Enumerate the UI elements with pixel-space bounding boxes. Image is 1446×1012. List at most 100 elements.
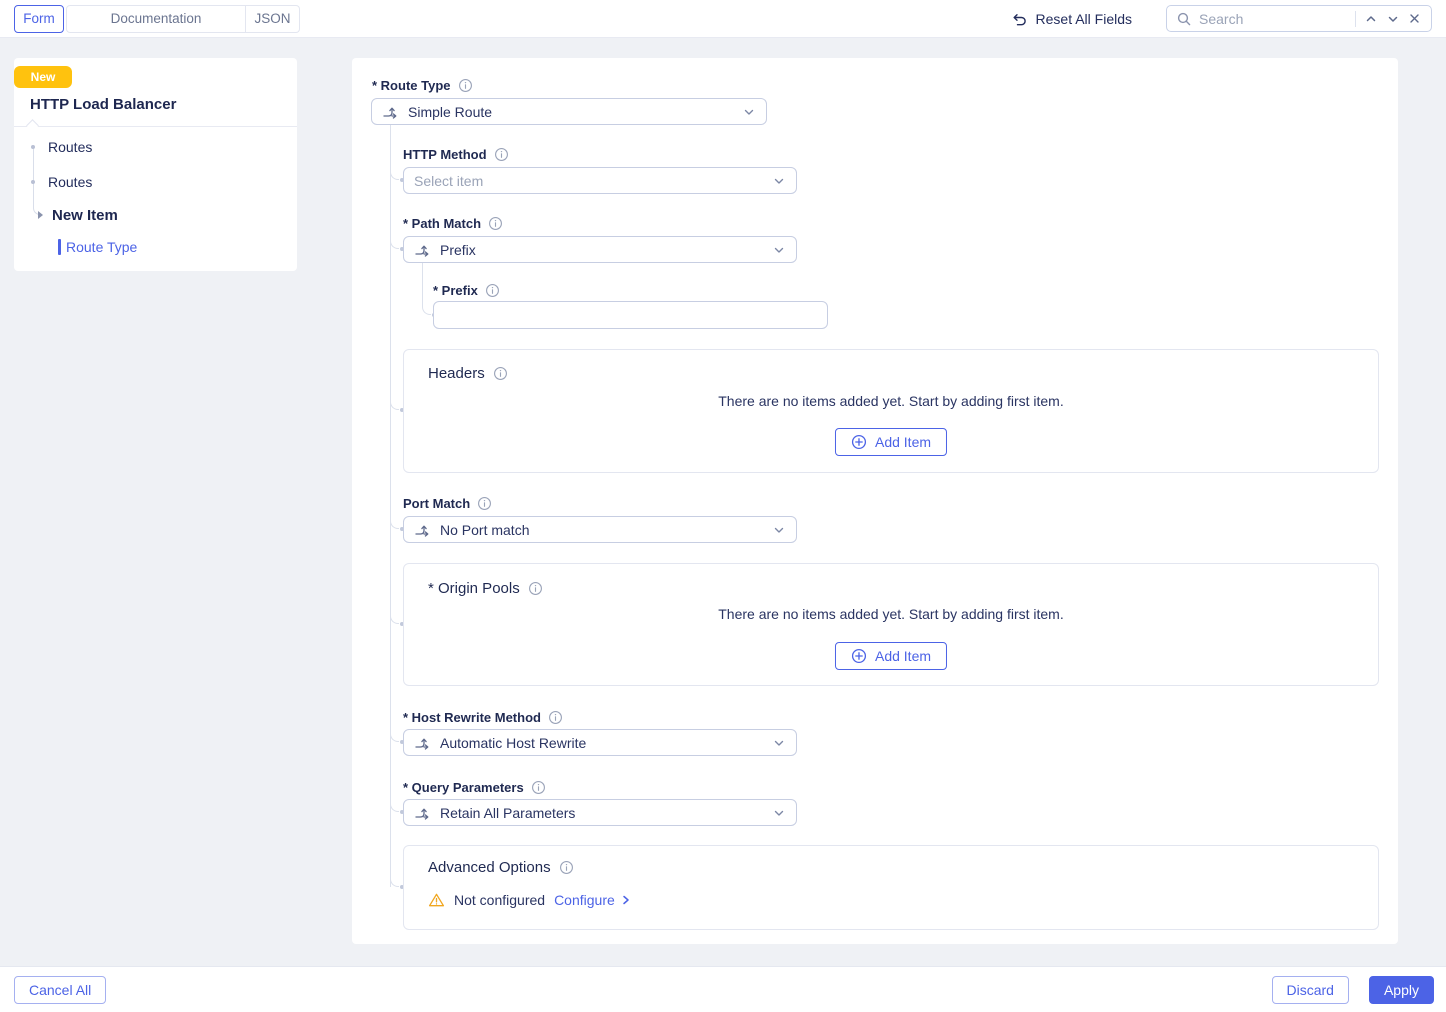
field-label: * Path Match	[403, 216, 481, 231]
field-label: * Prefix	[433, 283, 478, 298]
plus-circle-icon	[851, 648, 867, 664]
status-text: Not configured	[454, 892, 545, 908]
info-icon[interactable]	[493, 366, 508, 381]
tab-form[interactable]: Form	[14, 5, 64, 33]
chevron-down-icon	[772, 174, 786, 188]
plus-circle-icon	[851, 434, 867, 450]
add-item-label: Add Item	[875, 648, 931, 664]
info-icon[interactable]	[559, 860, 574, 875]
selected-value: No Port match	[440, 522, 529, 538]
info-icon[interactable]	[528, 581, 543, 596]
path-match-select[interactable]: Prefix	[403, 236, 797, 263]
field-label: * Query Parameters	[403, 780, 524, 795]
sidebar-panel: New HTTP Load Balancer Routes Routes New…	[14, 58, 297, 271]
form-panel: * Route Type Simple Route HTTP Method Se…	[352, 58, 1398, 944]
apply-button[interactable]: Apply	[1369, 976, 1434, 1004]
search-next-button[interactable]	[1382, 10, 1404, 28]
selected-value: Prefix	[440, 242, 476, 258]
connector-elbow	[390, 803, 399, 812]
selected-value: Simple Route	[408, 104, 492, 120]
advanced-options-section: Advanced Options Not configured Configur…	[403, 845, 1379, 930]
configure-link[interactable]: Configure	[554, 892, 633, 908]
port-match-label-row: Port Match	[403, 495, 492, 511]
sidebar-title: HTTP Load Balancer	[30, 96, 176, 113]
prefix-label-row: * Prefix	[433, 282, 500, 298]
collapse-notch-icon	[26, 119, 39, 132]
chevron-down-icon	[772, 523, 786, 537]
connector-elbow	[390, 615, 399, 624]
headers-section-title-row: Headers	[428, 365, 508, 382]
field-label: * Route Type	[372, 78, 451, 93]
headers-add-item-button[interactable]: Add Item	[835, 428, 947, 456]
empty-state-text: There are no items added yet. Start by a…	[404, 606, 1378, 622]
origin-pools-section-title-row: * Origin Pools	[428, 580, 543, 597]
info-icon[interactable]	[477, 496, 492, 511]
reset-all-fields-button[interactable]: Reset All Fields	[1011, 11, 1132, 27]
tree-item-routes-2[interactable]: Routes	[14, 174, 297, 190]
footer-bar: Cancel All Discard Apply	[0, 966, 1446, 1012]
route-branch-icon	[414, 522, 430, 538]
path-match-label-row: * Path Match	[403, 215, 503, 231]
info-icon[interactable]	[531, 780, 546, 795]
bullet-icon	[31, 145, 35, 149]
chevron-down-icon	[742, 105, 756, 119]
origin-pools-add-item-button[interactable]: Add Item	[835, 642, 947, 670]
nested-connector-line	[422, 263, 423, 306]
chevron-down-icon	[772, 736, 786, 750]
tree-item-routes-1[interactable]: Routes	[14, 139, 297, 155]
caret-right-icon	[38, 211, 43, 219]
field-label: * Host Rewrite Method	[403, 710, 541, 725]
host-rewrite-method-label-row: * Host Rewrite Method	[403, 709, 563, 725]
add-item-label: Add Item	[875, 434, 931, 450]
field-label: HTTP Method	[403, 147, 487, 162]
section-title: Advanced Options	[428, 859, 551, 876]
origin-pools-section: * Origin Pools There are no items added …	[403, 563, 1379, 686]
tree-item-route-type[interactable]: Route Type	[14, 239, 297, 255]
placeholder-value: Select item	[414, 173, 483, 189]
tab-documentation[interactable]: Documentation	[66, 5, 246, 33]
search-divider	[1355, 11, 1356, 27]
connector-elbow	[422, 306, 431, 315]
status-badge-new: New	[14, 66, 72, 88]
warning-icon	[428, 892, 445, 908]
tree-item-new-item[interactable]: New Item	[14, 206, 297, 224]
route-branch-icon	[382, 104, 398, 120]
chevron-down-icon	[772, 806, 786, 820]
view-tabs: Form Documentation JSON	[14, 5, 300, 33]
host-rewrite-method-select[interactable]: Automatic Host Rewrite	[403, 729, 797, 756]
route-branch-icon	[414, 735, 430, 751]
info-icon[interactable]	[488, 216, 503, 231]
port-match-select[interactable]: No Port match	[403, 516, 797, 543]
headers-section: Headers There are no items added yet. St…	[403, 349, 1379, 473]
info-icon[interactable]	[485, 283, 500, 298]
close-icon	[1408, 12, 1421, 25]
tree-item-label: Route Type	[66, 239, 137, 255]
search-prev-button[interactable]	[1360, 10, 1382, 28]
http-method-select[interactable]: Select item	[403, 167, 797, 194]
info-icon[interactable]	[458, 78, 473, 93]
advanced-options-title-row: Advanced Options	[428, 859, 574, 876]
toolbar-right: Reset All Fields	[1011, 5, 1432, 32]
chevron-down-icon	[1386, 12, 1400, 26]
route-type-label-row: * Route Type	[372, 77, 473, 93]
connector-elbow	[390, 733, 399, 742]
tab-json[interactable]: JSON	[246, 5, 300, 33]
route-type-select[interactable]: Simple Route	[371, 98, 767, 125]
chevron-right-icon	[619, 893, 633, 907]
connector-elbow	[390, 520, 399, 529]
route-branch-icon	[414, 805, 430, 821]
search-close-button[interactable]	[1404, 10, 1425, 27]
connector-elbow	[390, 240, 399, 249]
discard-button[interactable]: Discard	[1272, 976, 1349, 1004]
prefix-input[interactable]	[433, 301, 828, 329]
info-icon[interactable]	[548, 710, 563, 725]
reset-all-fields-label: Reset All Fields	[1036, 11, 1132, 27]
query-parameters-select[interactable]: Retain All Parameters	[403, 799, 797, 826]
route-branch-icon	[414, 242, 430, 258]
selected-value: Retain All Parameters	[440, 805, 575, 821]
connector-elbow	[390, 171, 399, 180]
info-icon[interactable]	[494, 147, 509, 162]
tree-item-label: Routes	[48, 174, 92, 190]
cancel-all-button[interactable]: Cancel All	[14, 976, 106, 1004]
search-input[interactable]	[1199, 11, 1351, 27]
